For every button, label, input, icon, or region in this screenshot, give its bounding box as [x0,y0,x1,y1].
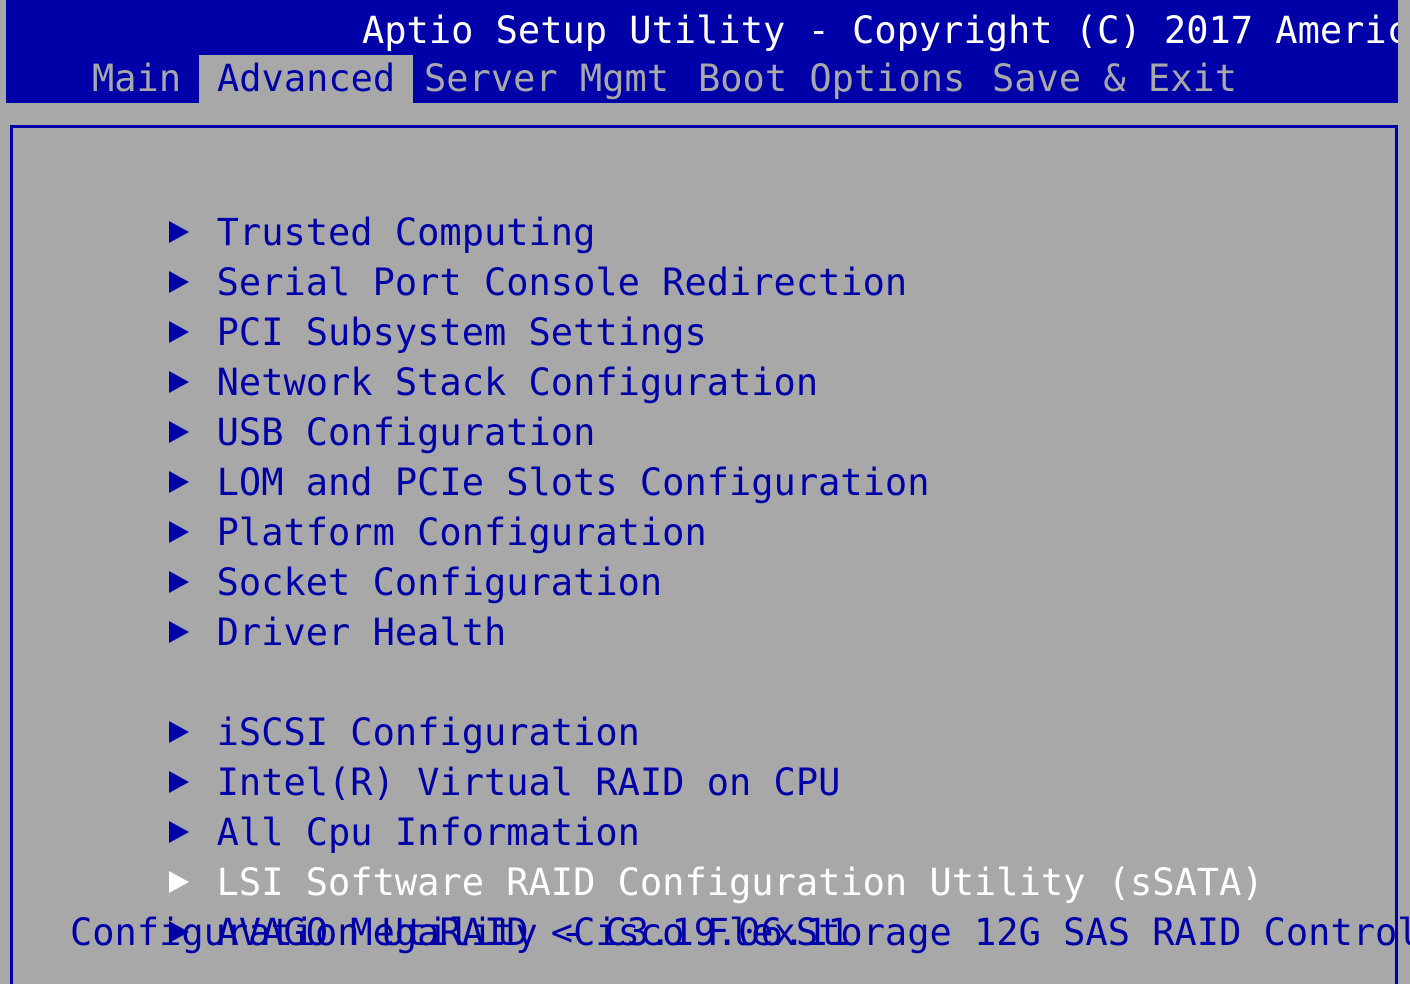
menu-item-lsi-software-raid[interactable]: LSI Software RAID Configuration Utility … [35,808,1264,904]
menu-item-usb-configuration[interactable]: USB Configuration [35,358,595,454]
tab-bar: Main Advanced Server Mgmt Boot Options S… [6,55,1398,103]
tab-main[interactable]: Main [84,55,189,103]
tab-save-exit[interactable]: Save & Exit [992,55,1237,103]
menu-item-lom-pcie-slots-configuration[interactable]: LOM and PCIe Slots Configuration [35,408,929,504]
menu-item-socket-configuration[interactable]: Socket Configuration [35,508,662,604]
menu-item-driver-health[interactable]: Driver Health [35,558,506,654]
menu-item-trusted-computing[interactable]: Trusted Computing [35,158,595,254]
menu-item-avago-megaraid-continuation[interactable]: Configuration Utility - C3.19.06.11 [70,908,850,958]
tab-server-mgmt[interactable]: Server Mgmt [424,55,669,103]
menu-panel: Trusted Computing Serial Port Console Re… [10,125,1410,984]
tab-boot-options[interactable]: Boot Options [698,55,965,103]
tab-advanced[interactable]: Advanced [199,55,414,103]
window-title: Aptio Setup Utility - Copyright (C) 2017… [362,9,1398,52]
menu-item-label: Driver Health [216,611,507,654]
menu-item-intel-virtual-raid[interactable]: Intel(R) Virtual RAID on CPU [35,708,840,804]
menu-item-network-stack-configuration[interactable]: Network Stack Configuration [35,308,818,404]
bios-setup-screen: Aptio Setup Utility - Copyright (C) 2017… [0,0,1410,984]
menu-item-serial-port-console-redirection[interactable]: Serial Port Console Redirection [35,208,907,304]
header-bar: Aptio Setup Utility - Copyright (C) 2017… [6,0,1398,103]
menu-item-platform-configuration[interactable]: Platform Configuration [35,458,707,554]
menu-item-pci-subsystem-settings[interactable]: PCI Subsystem Settings [35,258,707,354]
menu-item-avago-megaraid[interactable]: AVAGO MegaRAID <Cisco FlexStorage 12G SA… [35,858,1410,954]
triangle-right-icon [168,620,189,643]
menu-item-iscsi-configuration[interactable]: iSCSI Configuration [35,658,640,754]
menu-item-all-cpu-information[interactable]: All Cpu Information [35,758,640,854]
